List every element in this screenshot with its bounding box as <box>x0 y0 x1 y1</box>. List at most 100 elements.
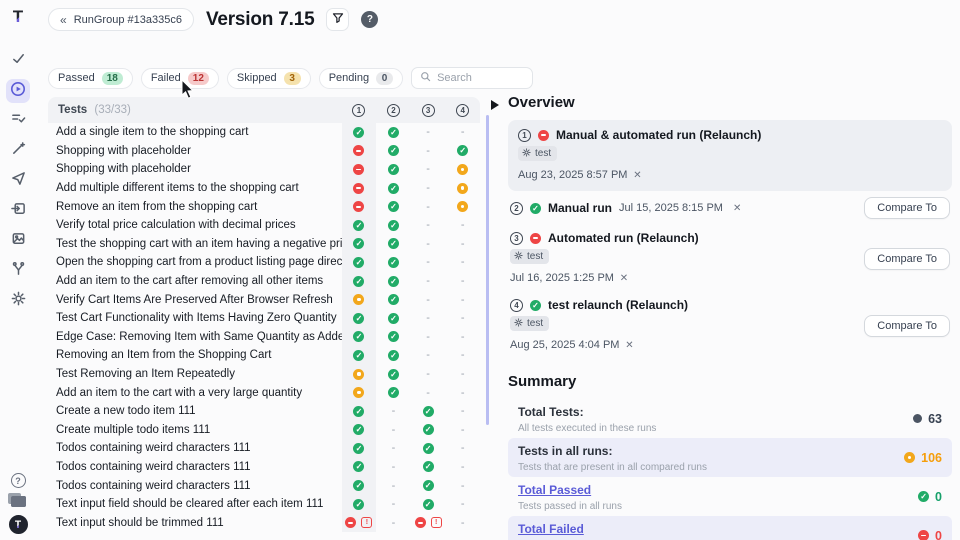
run-tag-label: test <box>527 251 543 262</box>
test-name: Create a new todo item 111 <box>48 405 342 417</box>
collapse-panel-icon[interactable] <box>491 100 499 110</box>
summary-count: 106 <box>921 451 942 465</box>
filter-chip-label: Pending <box>329 72 369 84</box>
branch-fork-icon <box>11 261 26 281</box>
sidebar-item-list-check[interactable] <box>6 109 30 133</box>
table-row[interactable]: Test Cart Functionality with Items Havin… <box>48 309 480 328</box>
comment-badge-icon[interactable]: ! <box>431 517 442 528</box>
comment-badge-icon[interactable]: ! <box>361 517 372 528</box>
table-row[interactable]: Todos containing weird characters 111✓-✓… <box>48 439 480 458</box>
no-status-dash: - <box>426 275 430 287</box>
help-button[interactable]: ? <box>361 11 378 28</box>
status-cell: - <box>376 480 411 492</box>
compare-to-button[interactable]: Compare To <box>864 248 950 270</box>
table-row[interactable]: Todos containing weird characters 111✓-✓… <box>48 476 480 495</box>
sidebar-item-wand[interactable] <box>6 139 30 163</box>
test-name: Todos containing weird characters 111 <box>48 442 342 454</box>
table-row[interactable]: Add an item to the cart after removing a… <box>48 272 480 291</box>
table-row[interactable]: Test Removing an Item Repeatedly✓-- <box>48 365 480 384</box>
run-card[interactable]: 2✓Manual runJul 15, 2025 8:15 PM✕ Compare… <box>508 191 952 225</box>
rungroup-back-button[interactable]: « RunGroup #13a335c6 <box>48 8 194 31</box>
summary-link[interactable]: Total Passed <box>518 483 591 497</box>
run-title-row: 2✓Manual runJul 15, 2025 8:15 PM✕ <box>510 201 741 215</box>
total-dot-icon <box>913 414 922 423</box>
table-row[interactable]: Create a new todo item 111✓-✓- <box>48 402 480 421</box>
filter-chip-pending[interactable]: Pending0 <box>319 68 403 89</box>
run-column-header-3[interactable]: 3 <box>411 104 446 117</box>
table-row[interactable]: Text input should be trimmed 111!-!- <box>48 513 480 532</box>
sidebar-item-gear[interactable] <box>6 289 30 313</box>
remove-run-icon[interactable]: ✕ <box>617 273 628 284</box>
panel-scrollbar[interactable] <box>486 115 489 425</box>
filter-chip-passed[interactable]: Passed18 <box>48 68 133 89</box>
run-column-header-1[interactable]: 1 <box>342 104 377 117</box>
filter-button[interactable] <box>326 8 349 31</box>
run-column-header-4[interactable]: 4 <box>445 104 480 117</box>
status-cell: - <box>445 517 480 529</box>
table-row[interactable]: Open the shopping cart from a product li… <box>48 253 480 272</box>
sidebar-item-image-report[interactable] <box>6 229 30 253</box>
table-row[interactable]: Test the shopping cart with an item havi… <box>48 235 480 254</box>
gear-icon <box>514 318 523 330</box>
run-tag-chip[interactable]: test <box>518 146 557 161</box>
sidebar-item-check[interactable] <box>6 49 30 73</box>
table-row[interactable]: Remove an item from the shopping cart✓- <box>48 197 480 216</box>
run-card[interactable]: 3Automated run (Relaunch)testJul 16, 202… <box>508 225 952 292</box>
table-row[interactable]: Add an item to the cart with a very larg… <box>48 383 480 402</box>
docs-folder-icon[interactable] <box>11 496 26 507</box>
list-check-icon <box>11 111 26 131</box>
filter-bar: Passed18 Failed12 Skipped3 Pending0 <box>48 67 533 89</box>
sidebar-item-paper-plane[interactable] <box>6 169 30 193</box>
passed-status-icon: ✓ <box>388 127 399 138</box>
table-row[interactable]: Verify Cart Items Are Preserved After Br… <box>48 290 480 309</box>
summary-value: 0 <box>918 529 942 540</box>
no-status-dash: - <box>392 442 396 454</box>
run-card[interactable]: 4✓test relaunch (Relaunch)testAug 25, 20… <box>508 292 952 359</box>
status-filter-chips: Passed18 Failed12 Skipped3 Pending0 <box>48 68 403 89</box>
remove-run-icon[interactable]: ✕ <box>622 340 633 351</box>
sidebar-item-run-circle[interactable] <box>6 79 30 103</box>
no-status-dash: - <box>392 480 396 492</box>
passed-status-icon: ✓ <box>353 350 364 361</box>
tests-label: Tests <box>58 104 87 116</box>
table-row[interactable]: Shopping with placeholder✓-✓ <box>48 142 480 161</box>
box-import-icon <box>11 201 26 221</box>
tests-table-header: Tests (33/33) 1234 <box>48 97 480 123</box>
passed-status-icon: ✓ <box>353 331 364 342</box>
passed-status-icon: ✓ <box>388 220 399 231</box>
table-row[interactable]: Add a single item to the shopping cart✓✓… <box>48 123 480 142</box>
sidebar-item-branch-fork[interactable] <box>6 259 30 283</box>
sidebar-item-box-import[interactable] <box>6 199 30 223</box>
summary-heading: Summary <box>508 373 952 390</box>
filter-chip-label: Failed <box>151 72 181 84</box>
test-name: Test Removing an Item Repeatedly <box>48 368 342 380</box>
compare-to-button[interactable]: Compare To <box>864 197 950 219</box>
help-circle-icon[interactable]: ? <box>11 473 26 488</box>
table-row[interactable]: Todos containing weird characters 111✓-✓… <box>48 458 480 477</box>
summary-link[interactable]: Total Failed <box>518 522 584 536</box>
table-row[interactable]: Verify total price calculation with deci… <box>48 216 480 235</box>
run-tag-chip[interactable]: test <box>510 316 549 331</box>
run-tag-chip[interactable]: test <box>510 249 549 264</box>
table-row[interactable]: Removing an Item from the Shopping Cart ✓… <box>48 346 480 365</box>
run-card[interactable]: 1Manual & automated run (Relaunch)testAu… <box>508 120 952 191</box>
search-input[interactable] <box>437 72 523 84</box>
summary-title: Tests in all runs: <box>518 444 612 458</box>
search-box[interactable] <box>411 67 533 89</box>
table-row[interactable]: Edge Case: Removing Item with Same Quant… <box>48 328 480 347</box>
test-name: Removing an Item from the Shopping Cart <box>48 349 342 361</box>
remove-run-icon[interactable]: ✕ <box>630 170 641 181</box>
passed-status-icon: ✓ <box>353 424 364 435</box>
table-row[interactable]: Add multiple different items to the shop… <box>48 179 480 198</box>
remove-run-icon[interactable]: ✕ <box>733 203 741 214</box>
user-avatar[interactable]: T <box>9 515 28 534</box>
run-column-header-2[interactable]: 2 <box>376 104 411 117</box>
filter-chip-failed[interactable]: Failed12 <box>141 68 219 89</box>
table-row[interactable]: Text input field should be cleared after… <box>48 495 480 514</box>
status-cell: - <box>411 219 446 231</box>
filter-chip-skipped[interactable]: Skipped3 <box>227 68 311 89</box>
table-row[interactable]: Shopping with placeholder✓- <box>48 160 480 179</box>
compare-to-button[interactable]: Compare To <box>864 315 950 337</box>
table-row[interactable]: Create multiple todo items 111✓-✓- <box>48 421 480 440</box>
no-status-dash: - <box>392 517 396 529</box>
